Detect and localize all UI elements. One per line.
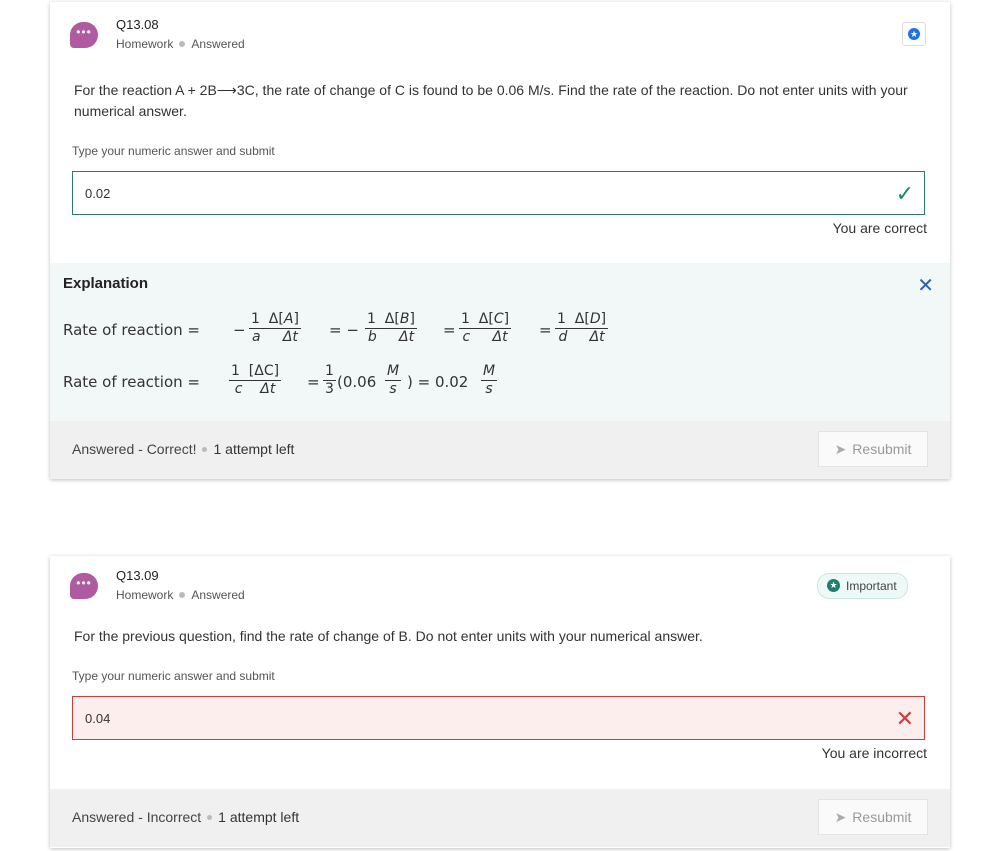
bookmark-button[interactable]: ★ [902,22,926,46]
question-text: For the previous question, find the rate… [74,628,703,644]
equation-rate-definition: Rate of reaction = − 1 Δ[A] a Δt = − 1 Δ[… [63,311,609,345]
attempts-left: 1 attempt left [213,441,295,457]
x-mark-icon: ✕ [895,706,914,731]
question-card-q13-09: ••• Q13.09 Homework Answered ★ Important F… [50,556,950,848]
equation-label: Rate of reaction = [63,321,200,339]
important-label: Important [846,579,897,593]
chat-bubble-icon: ••• [70,573,98,599]
separator-dot [179,41,186,48]
status-text: Answered - Incorrect [72,809,202,825]
question-id: Q13.09 [116,568,159,583]
feedback-text: You are incorrect [821,745,927,761]
question-id: Q13.08 [116,17,159,32]
resubmit-button[interactable]: ➤ Resubmit [818,799,928,835]
answer-footer: Answered - Correct! 1 attempt left ➤ Resub… [50,421,950,479]
status-text: Answered - Correct! [72,441,197,457]
separator-dot [207,814,213,820]
paper-plane-icon: ➤ [834,809,847,825]
resubmit-label: Resubmit [852,809,912,825]
question-card-q13-08: ••• Q13.08 Homework Answered ★ For the re… [50,2,950,479]
feedback-text: You are correct [832,220,927,236]
resubmit-label: Resubmit [852,441,912,457]
answer-value: 0.04 [85,711,111,726]
answer-prompt: Type your numeric answer and submit [72,144,275,158]
question-text: For the reaction A + 2B⟶3C, the rate of … [74,82,908,119]
meta-status: Answered [191,588,245,602]
equation-rate-result: Rate of reaction = 1 [ΔC] c Δt = 13 (0.06… [63,363,498,397]
attempts-left: 1 attempt left [218,809,300,825]
answer-footer: Answered - Incorrect 1 attempt left ➤ Resu… [50,789,950,847]
answer-value: 0.02 [85,186,111,201]
answer-prompt: Type your numeric answer and submit [72,669,275,683]
paper-plane-icon: ➤ [834,441,847,457]
question-meta: Homework Answered [116,588,245,602]
meta-type: Homework [116,37,174,51]
close-icon[interactable]: ✕ [917,273,934,298]
separator-dot [179,592,186,599]
answer-field[interactable]: 0.02 ✓ [72,171,925,215]
meta-status: Answered [191,37,245,51]
question-meta: Homework Answered [116,37,245,51]
chat-bubble-icon: ••• [70,22,98,48]
checkmark-icon: ✓ [895,181,914,206]
explanation-panel: Explanation ✕ Rate of reaction = − 1 Δ[A… [50,263,950,421]
answer-status: Answered - Incorrect 1 attempt left [72,809,299,825]
explanation-title: Explanation [63,275,149,292]
star-icon: ★ [827,579,840,592]
equation-label: Rate of reaction = [63,373,200,391]
answer-field[interactable]: 0.04 ✕ [72,696,925,740]
answer-status: Answered - Correct! 1 attempt left [72,441,294,457]
separator-dot [202,446,208,452]
resubmit-button[interactable]: ➤ Resubmit [818,431,928,467]
star-icon: ★ [908,28,920,40]
important-badge[interactable]: ★ Important [817,573,908,599]
meta-type: Homework [116,588,174,602]
